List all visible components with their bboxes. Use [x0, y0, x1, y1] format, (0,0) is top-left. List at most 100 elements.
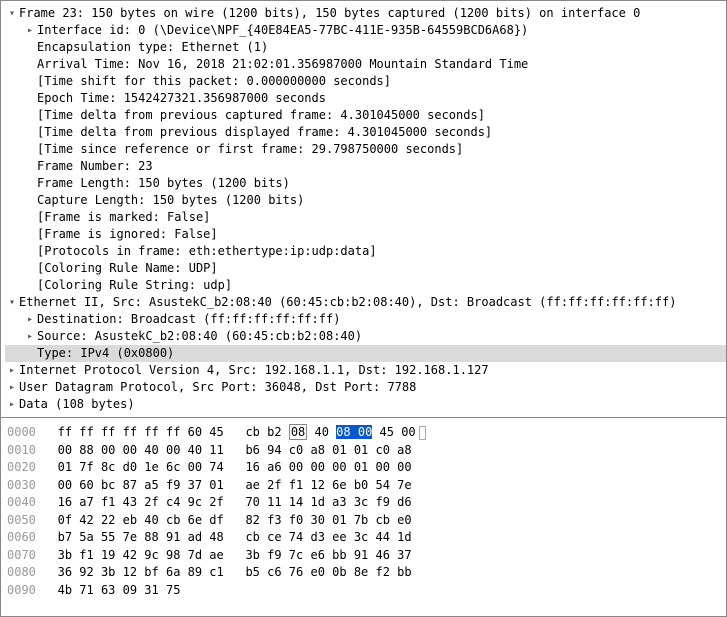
hex-bytes-left: 00 60 bc 87 a5 f9 37 01: [58, 478, 224, 492]
hex-offset: 0000: [7, 425, 36, 439]
hex-bytes-right: b6 94 c0 a8 01 01 c0 a8: [245, 443, 411, 457]
frame-summary: Frame 23: 150 bytes on wire (1200 bits),…: [19, 5, 640, 22]
eth-src-row[interactable]: ▸Source: AsustekC_b2:08:40 (60:45:cb:b2:…: [5, 328, 726, 345]
hex-row[interactable]: 0020 01 7f 8c d0 1e 6c 00 74 16 a6 00 00…: [7, 459, 720, 477]
arrival-time-row[interactable]: Arrival Time: Nov 16, 2018 21:02:01.3569…: [5, 56, 726, 73]
frame-marked: [Frame is marked: False]: [37, 209, 210, 226]
hex-row[interactable]: 0050 0f 42 22 eb 40 cb 6e df 82 f3 f0 30…: [7, 512, 720, 530]
hex-bytes-selected: 08 00: [336, 425, 372, 439]
eth-src: Source: AsustekC_b2:08:40 (60:45:cb:b2:0…: [37, 328, 362, 345]
protocols: [Protocols in frame: eth:ethertype:ip:ud…: [37, 243, 377, 260]
hex-row[interactable]: 0030 00 60 bc 87 a5 f9 37 01 ae 2f f1 12…: [7, 477, 720, 495]
hex-offset: 0030: [7, 478, 36, 492]
hex-row[interactable]: 0070 3b f1 19 42 9c 98 7d ae 3b f9 7c e6…: [7, 547, 720, 565]
delta-cap-row[interactable]: [Time delta from previous captured frame…: [5, 107, 726, 124]
capture-length-row[interactable]: Capture Length: 150 bytes (1200 bits): [5, 192, 726, 209]
interface-id: Interface id: 0 (\Device\NPF_{40E84EA5-7…: [37, 22, 528, 39]
packet-details-pane[interactable]: ▾ Frame 23: 150 bytes on wire (1200 bits…: [1, 1, 726, 417]
chevron-down-icon[interactable]: ▾: [5, 296, 19, 310]
hex-offset: 0090: [7, 583, 36, 597]
frame-length: Frame Length: 150 bytes (1200 bits): [37, 175, 290, 192]
hex-bytes-left: 4b 71 63 09 31 75: [58, 583, 181, 597]
hex-bytes-left: 0f 42 22 eb 40 cb 6e df: [58, 513, 224, 527]
hex-byte-cursor: 08: [289, 424, 307, 440]
coloring-name-row[interactable]: [Coloring Rule Name: UDP]: [5, 260, 726, 277]
chevron-right-icon[interactable]: ▸: [5, 381, 19, 395]
hex-bytes-right: ae 2f f1 12 6e b0 54 7e: [245, 478, 411, 492]
interface-id-row[interactable]: ▸Interface id: 0 (\Device\NPF_{40E84EA5-…: [5, 22, 726, 39]
udp-summary: User Datagram Protocol, Src Port: 36048,…: [19, 379, 416, 396]
hex-bytes-left: ff ff ff ff ff ff 60 45: [58, 425, 224, 439]
data-summary-row[interactable]: ▸ Data (108 bytes): [5, 396, 726, 413]
chevron-right-icon[interactable]: ▸: [5, 398, 19, 412]
hex-row[interactable]: 0000 ff ff ff ff ff ff 60 45 cb b2 08 40…: [7, 424, 720, 442]
hex-row[interactable]: 0090 4b 71 63 09 31 75: [7, 582, 720, 600]
hex-offset: 0010: [7, 443, 36, 457]
coloring-string-row[interactable]: [Coloring Rule String: udp]: [5, 277, 726, 294]
hex-row[interactable]: 0040 16 a7 f1 43 2f c4 9c 2f 70 11 14 1d…: [7, 494, 720, 512]
time-shift: [Time shift for this packet: 0.000000000…: [37, 73, 391, 90]
hex-bytes-left: 3b f1 19 42 9c 98 7d ae: [58, 548, 224, 562]
coloring-name: [Coloring Rule Name: UDP]: [37, 260, 218, 277]
data-summary: Data (108 bytes): [19, 396, 135, 413]
chevron-right-icon[interactable]: ▸: [23, 24, 37, 38]
delta-cap: [Time delta from previous captured frame…: [37, 107, 485, 124]
since-ref: [Time since reference or first frame: 29…: [37, 141, 463, 158]
ascii-cursor: [419, 426, 426, 440]
encapsulation-row[interactable]: Encapsulation type: Ethernet (1): [5, 39, 726, 56]
frame-length-row[interactable]: Frame Length: 150 bytes (1200 bits): [5, 175, 726, 192]
hex-bytes-left: 00 88 00 00 40 00 40 11: [58, 443, 224, 457]
epoch-time: Epoch Time: 1542427321.356987000 seconds: [37, 90, 326, 107]
since-ref-row[interactable]: [Time since reference or first frame: 29…: [5, 141, 726, 158]
hex-offset: 0070: [7, 548, 36, 562]
hex-bytes-left: b7 5a 55 7e 88 91 ad 48: [58, 530, 224, 544]
delta-disp-row[interactable]: [Time delta from previous displayed fram…: [5, 124, 726, 141]
hex-row[interactable]: 0010 00 88 00 00 40 00 40 11 b6 94 c0 a8…: [7, 442, 720, 460]
encapsulation: Encapsulation type: Ethernet (1): [37, 39, 268, 56]
eth-type-row[interactable]: Type: IPv4 (0x0800): [5, 345, 726, 362]
hex-bytes-right: 82 f3 f0 30 01 7b cb e0: [245, 513, 411, 527]
frame-marked-row[interactable]: [Frame is marked: False]: [5, 209, 726, 226]
hex-bytes-right: 16 a6 00 00 00 01 00 00: [245, 460, 411, 474]
frame-number-row[interactable]: Frame Number: 23: [5, 158, 726, 175]
chevron-right-icon[interactable]: ▸: [5, 364, 19, 378]
epoch-time-row[interactable]: Epoch Time: 1542427321.356987000 seconds: [5, 90, 726, 107]
hex-row[interactable]: 0060 b7 5a 55 7e 88 91 ad 48 cb ce 74 d3…: [7, 529, 720, 547]
hex-bytes-right: cb b2: [245, 425, 288, 439]
arrival-time: Arrival Time: Nov 16, 2018 21:02:01.3569…: [37, 56, 528, 73]
hex-offset: 0060: [7, 530, 36, 544]
hex-bytes-left: 01 7f 8c d0 1e 6c 00 74: [58, 460, 224, 474]
packet-bytes-pane[interactable]: 0000 ff ff ff ff ff ff 60 45 cb b2 08 40…: [1, 417, 726, 616]
hex-offset: 0080: [7, 565, 36, 579]
hex-bytes-right: b5 c6 76 e0 0b 8e f2 bb: [245, 565, 411, 579]
hex-bytes-right: 70 11 14 1d a3 3c f9 d6: [245, 495, 411, 509]
protocols-row[interactable]: [Protocols in frame: eth:ethertype:ip:ud…: [5, 243, 726, 260]
frame-summary-row[interactable]: ▾ Frame 23: 150 bytes on wire (1200 bits…: [5, 5, 726, 22]
frame-ignored-row[interactable]: [Frame is ignored: False]: [5, 226, 726, 243]
hex-bytes-left: 16 a7 f1 43 2f c4 9c 2f: [58, 495, 224, 509]
ip-summary: Internet Protocol Version 4, Src: 192.16…: [19, 362, 489, 379]
ip-summary-row[interactable]: ▸ Internet Protocol Version 4, Src: 192.…: [5, 362, 726, 379]
hex-row[interactable]: 0080 36 92 3b 12 bf 6a 89 c1 b5 c6 76 e0…: [7, 564, 720, 582]
time-shift-row[interactable]: [Time shift for this packet: 0.000000000…: [5, 73, 726, 90]
hex-offset: 0040: [7, 495, 36, 509]
chevron-down-icon[interactable]: ▾: [5, 7, 19, 21]
udp-summary-row[interactable]: ▸ User Datagram Protocol, Src Port: 3604…: [5, 379, 726, 396]
delta-disp: [Time delta from previous displayed fram…: [37, 124, 492, 141]
hex-bytes-right: 3b f9 7c e6 bb 91 46 37: [245, 548, 411, 562]
hex-offset: 0050: [7, 513, 36, 527]
capture-length: Capture Length: 150 bytes (1200 bits): [37, 192, 304, 209]
eth-dst: Destination: Broadcast (ff:ff:ff:ff:ff:f…: [37, 311, 340, 328]
frame-ignored: [Frame is ignored: False]: [37, 226, 218, 243]
eth-dst-row[interactable]: ▸Destination: Broadcast (ff:ff:ff:ff:ff:…: [5, 311, 726, 328]
ethernet-summary: Ethernet II, Src: AsustekC_b2:08:40 (60:…: [19, 294, 676, 311]
chevron-right-icon[interactable]: ▸: [23, 330, 37, 344]
chevron-right-icon[interactable]: ▸: [23, 313, 37, 327]
hex-bytes-right: cb ce 74 d3 ee 3c 44 1d: [245, 530, 411, 544]
hex-offset: 0020: [7, 460, 36, 474]
eth-type: Type: IPv4 (0x0800): [37, 345, 174, 362]
ethernet-summary-row[interactable]: ▾ Ethernet II, Src: AsustekC_b2:08:40 (6…: [5, 294, 726, 311]
frame-number: Frame Number: 23: [37, 158, 153, 175]
coloring-string: [Coloring Rule String: udp]: [37, 277, 232, 294]
hex-bytes-left: 36 92 3b 12 bf 6a 89 c1: [58, 565, 224, 579]
